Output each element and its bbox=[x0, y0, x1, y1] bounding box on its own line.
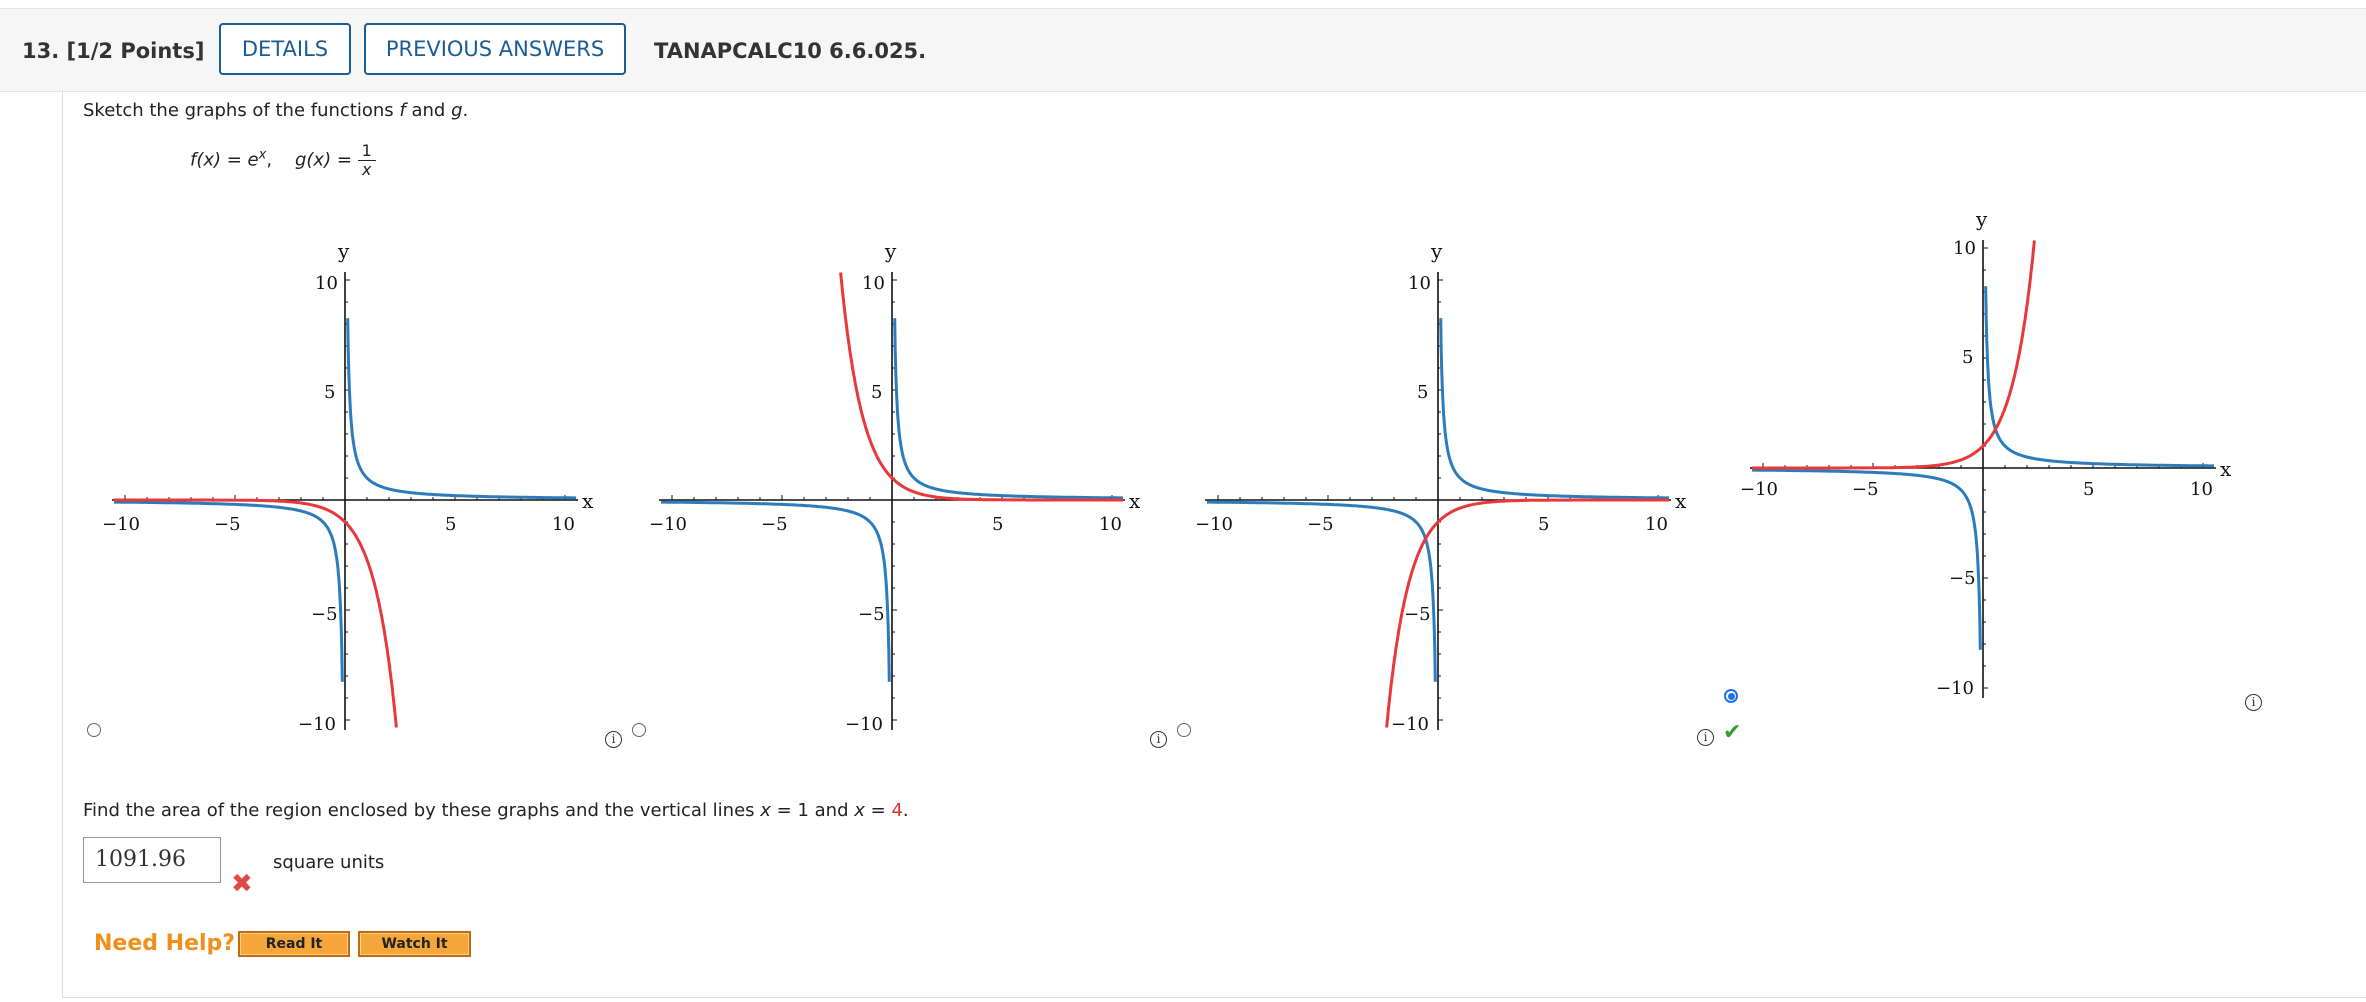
graph-1-tick-yneg5: −5 bbox=[311, 604, 338, 625]
graph-2-tick-neg5: −5 bbox=[761, 514, 788, 535]
graph-3-tick-y5: 5 bbox=[1417, 382, 1428, 403]
area-upper-bound: 4 bbox=[891, 800, 903, 821]
previous-answers-button[interactable]: PREVIOUS ANSWERS bbox=[364, 23, 626, 75]
graph-4-tick-10: 10 bbox=[2190, 479, 2213, 500]
graph-4-x-label: x bbox=[2220, 457, 2232, 481]
graph-4-tick-5: 5 bbox=[2083, 479, 2094, 500]
graph-option-4-info-icon[interactable]: i bbox=[2245, 694, 2262, 711]
graph-2-y-label: y bbox=[884, 239, 897, 263]
area-question-lead: Find the area of the region enclosed by … bbox=[83, 800, 755, 821]
graph-2-tick-y5: 5 bbox=[871, 382, 882, 403]
graph-2-tick-neg10: −10 bbox=[649, 514, 687, 535]
graph-4-tick-yneg5: −5 bbox=[1949, 568, 1976, 589]
graph-3-tick-10: 10 bbox=[1645, 514, 1668, 535]
graph-3-tick-neg10: −10 bbox=[1195, 514, 1233, 535]
graph-3-tick-yneg10: −10 bbox=[1391, 714, 1429, 735]
answer-units: square units bbox=[273, 852, 385, 873]
graph-2-x-label: x bbox=[1129, 489, 1141, 513]
graph-2-tick-5: 5 bbox=[992, 514, 1003, 535]
g-fraction: 1 x bbox=[357, 142, 376, 179]
graph-2-tick-y10: 10 bbox=[862, 273, 885, 294]
question-number: 13. bbox=[22, 39, 60, 63]
area-x-var-2: x bbox=[854, 800, 865, 821]
graph-1-tick-y5: 5 bbox=[324, 382, 335, 403]
graph-4-tick-neg10: −10 bbox=[1740, 479, 1778, 500]
prompt-period: . bbox=[462, 100, 469, 121]
graph-1-x-label: x bbox=[582, 489, 594, 513]
graph-option-4[interactable]: x y −10 −5 5 10 10 5 −5 −10 bbox=[1738, 198, 2238, 718]
incorrect-x-icon: ✖ bbox=[231, 869, 253, 899]
prompt-sentence: Sketch the graphs of the functions f and… bbox=[83, 100, 468, 121]
graph-1-tick-10: 10 bbox=[552, 514, 575, 535]
read-it-button[interactable]: Read It bbox=[238, 931, 350, 957]
graph-3-tick-neg5: −5 bbox=[1307, 514, 1334, 535]
question-number-points: 13. [1/2 Points] bbox=[22, 39, 204, 63]
graph-4-tick-y5: 5 bbox=[1962, 347, 1973, 368]
graph-4-y-label: y bbox=[1975, 207, 1988, 231]
graph-4-tick-yneg10: −10 bbox=[1936, 678, 1974, 699]
graph-2-tick-10: 10 bbox=[1099, 514, 1122, 535]
graph-option-1-radio[interactable] bbox=[87, 723, 101, 737]
graph-4-tick-y10: 10 bbox=[1953, 238, 1976, 259]
graph-1-tick-5: 5 bbox=[445, 514, 456, 535]
problem-code: TANAPCALC10 6.6.025. bbox=[654, 39, 927, 63]
area-question-end: . bbox=[902, 800, 909, 821]
graph-option-3[interactable]: x y −10 −5 5 10 10 5 −5 −10 bbox=[1193, 230, 1693, 750]
question-header: 13. [1/2 Points] DETAILS PREVIOUS ANSWER… bbox=[0, 8, 2366, 92]
graph-2-tick-yneg5: −5 bbox=[858, 604, 885, 625]
function-definitions: f(x) = e x, g(x) = 1 x bbox=[190, 142, 376, 179]
g-numerator: 1 bbox=[357, 142, 376, 161]
graph-option-1-info-icon[interactable]: i bbox=[605, 731, 622, 748]
area-x-var-1: x bbox=[760, 800, 771, 821]
graph-4-tick-neg5: −5 bbox=[1852, 479, 1879, 500]
graph-3-tick-yneg5: −5 bbox=[1404, 604, 1431, 625]
graph-option-3-radio[interactable] bbox=[1177, 723, 1191, 737]
graph-3-tick-5: 5 bbox=[1538, 514, 1549, 535]
graph-option-2-info-icon[interactable]: i bbox=[1150, 731, 1167, 748]
definition-separator: , bbox=[266, 149, 273, 171]
graph-2-f-curve bbox=[839, 272, 1123, 502]
need-help-label: Need Help? bbox=[94, 931, 236, 956]
prompt-f-name: f bbox=[399, 100, 406, 121]
prompt-and: and bbox=[411, 100, 446, 121]
graph-3-tick-y10: 10 bbox=[1408, 273, 1431, 294]
graph-1-tick-neg5: −5 bbox=[214, 514, 241, 535]
area-eq-2: = bbox=[870, 800, 886, 821]
graph-1-f-curve bbox=[114, 498, 398, 728]
graph-1-tick-neg10: −10 bbox=[102, 514, 140, 535]
graph-3-y-label: y bbox=[1430, 239, 1443, 263]
graph-3-x-label: x bbox=[1675, 489, 1687, 513]
area-question: Find the area of the region enclosed by … bbox=[83, 800, 909, 821]
watch-it-button[interactable]: Watch It bbox=[358, 931, 471, 957]
g-definition: g(x) = bbox=[294, 149, 352, 171]
correct-check-icon: ✔ bbox=[1723, 720, 1742, 745]
prompt-intro: Sketch the graphs of the functions bbox=[83, 100, 394, 121]
graph-option-2[interactable]: x y −10 −5 5 10 10 5 −5 −10 bbox=[647, 230, 1147, 750]
area-eq-1: = 1 and bbox=[776, 800, 849, 821]
graph-option-2-radio[interactable] bbox=[632, 723, 646, 737]
f-definition: f(x) = e bbox=[190, 149, 259, 171]
graph-1-tick-y10: 10 bbox=[315, 273, 338, 294]
prompt-g-name: g bbox=[451, 100, 463, 121]
details-button[interactable]: DETAILS bbox=[219, 23, 351, 75]
graph-1-tick-yneg10: −10 bbox=[298, 714, 336, 735]
question-points: [1/2 Points] bbox=[66, 39, 205, 63]
graph-option-4-radio[interactable] bbox=[1724, 689, 1738, 703]
graph-option-3-info-icon[interactable]: i bbox=[1697, 729, 1714, 746]
graph-2-tick-yneg10: −10 bbox=[845, 714, 883, 735]
graph-4-f-curve bbox=[1752, 240, 2036, 470]
area-answer-input[interactable]: 1091.96 bbox=[83, 837, 221, 883]
graph-1-y-label: y bbox=[337, 239, 350, 263]
g-denominator: x bbox=[362, 160, 372, 179]
graph-option-1[interactable]: x y −10 −5 5 10 10 5 −5 −10 bbox=[100, 230, 600, 750]
